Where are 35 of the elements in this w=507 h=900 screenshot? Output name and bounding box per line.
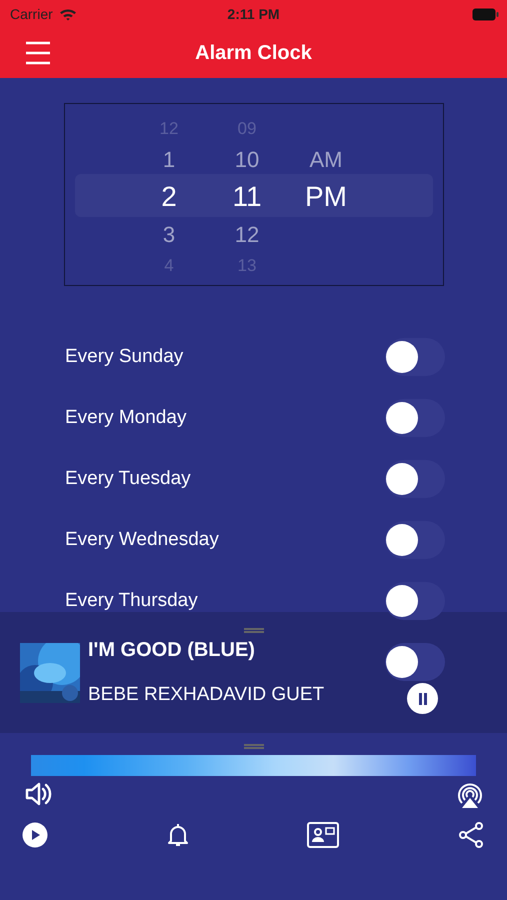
clock-time: 2:11 PM [227,6,280,22]
toggle-switch[interactable] [385,582,445,620]
minute-option[interactable]: 10 [234,141,260,178]
song-title: I'M GOOD (BLUE) [88,639,256,662]
toggle-switch[interactable] [385,338,445,376]
artist-name: BEBE REXHADAVID GUET [88,684,324,706]
wifi-icon [58,8,77,20]
minute-option[interactable]: 11 [232,178,262,216]
pause-button[interactable] [407,683,438,714]
day-label: Every Sunday [65,346,184,368]
bell-icon[interactable] [166,822,189,848]
minute-option[interactable]: 12 [234,216,260,253]
play-icon[interactable] [22,822,48,848]
toggle-switch[interactable] [385,520,445,558]
day-label: Every Thursday [65,590,198,612]
period-option[interactable]: PM [305,178,347,216]
pause-icon [418,692,428,704]
carrier-label: Carrier [10,6,53,22]
day-label: Every Wednesday [65,528,219,550]
app-title: Alarm Clock [195,42,312,64]
period-option[interactable]: AM [310,141,342,178]
now-playing-bar[interactable]: I'M GOOD (BLUE) BEBE REXHADAVID GUET [0,612,507,733]
day-label: Every Monday [65,406,186,428]
toggle-switch[interactable] [385,460,445,498]
drag-handle[interactable] [244,744,264,749]
hour-option[interactable]: 1 [162,141,176,178]
menu-icon[interactable] [25,41,51,65]
hour-option[interactable]: 3 [162,216,176,253]
contact-card-icon[interactable] [307,822,340,848]
day-label: Every Tuesday [65,468,191,490]
hour-option[interactable]: 2 [161,178,177,216]
share-icon[interactable] [458,821,484,849]
battery-icon [472,8,499,20]
toggle-switch[interactable] [385,398,445,436]
drag-handle[interactable] [244,628,264,633]
